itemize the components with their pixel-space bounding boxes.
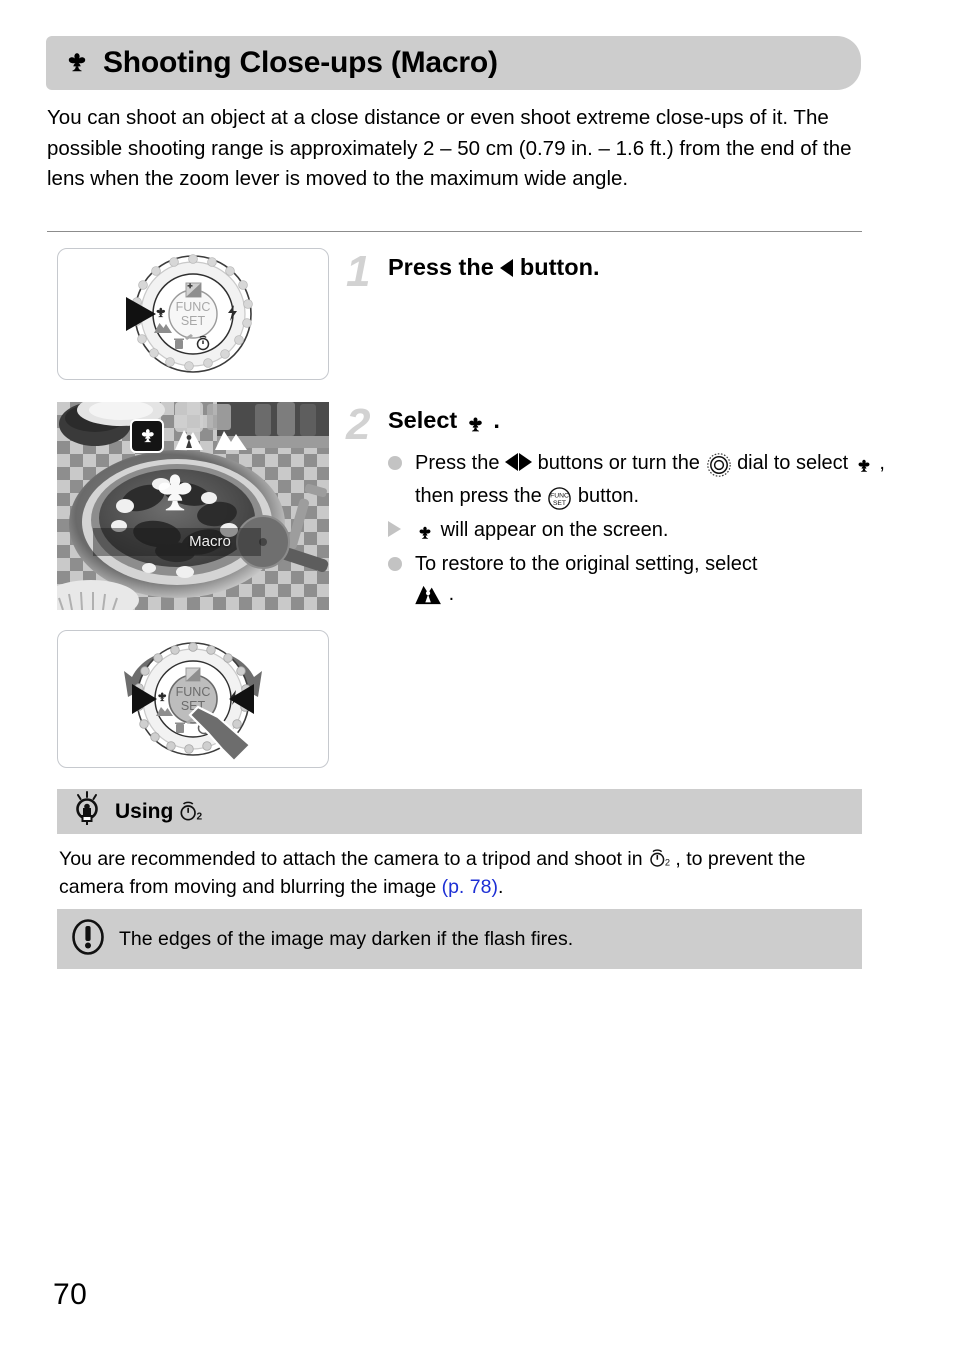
macro-flower-icon — [854, 451, 874, 481]
step-number: 1 — [346, 247, 371, 296]
step-2-bullets: Press the buttons or turn the dial to se… — [388, 448, 888, 613]
tip-header: Using 2 — [57, 789, 862, 834]
macro-flower-icon — [464, 410, 487, 437]
step-heading-before: Select — [388, 407, 464, 433]
svg-text:FUNC: FUNC — [176, 685, 211, 699]
tip-body-after: . — [497, 876, 504, 898]
self-timer-2sec-icon: 2 — [648, 848, 675, 870]
manual-page: Shooting Close-ups (Macro) You can shoot… — [0, 0, 954, 1345]
bullet-triangle-icon — [388, 521, 401, 537]
bullet-text-3: To restore to the original setting, sele… — [415, 553, 758, 575]
tip-title: Using 2 — [115, 799, 203, 825]
step-heading-after: button. — [519, 254, 600, 280]
svg-text:SET: SET — [181, 314, 206, 328]
warning-text: The edges of the image may darken if the… — [119, 927, 574, 950]
page-title: Shooting Close-ups (Macro) — [103, 46, 498, 79]
warning-box: The edges of the image may darken if the… — [57, 909, 862, 969]
illustration-dial-press-left: FUNC SET — [57, 248, 329, 380]
section-divider — [47, 231, 862, 232]
svg-text:2: 2 — [665, 858, 670, 868]
func-set-button-icon: FUNC SET — [547, 484, 572, 514]
page-number: 70 — [53, 1278, 88, 1311]
left-arrow-button-icon — [500, 259, 514, 277]
left-right-arrows-icon — [505, 448, 533, 478]
self-timer-2sec-icon: 2 — [178, 799, 203, 825]
step-heading: Press the button. — [388, 254, 599, 281]
lightbulb-icon — [71, 791, 103, 832]
svg-text:FUNC: FUNC — [550, 493, 569, 500]
step-heading-after: . — [493, 407, 500, 433]
bullet-dot-icon — [388, 456, 402, 470]
tip-body-before: You are recommended to attach the camera… — [59, 848, 648, 870]
step-heading: Select . — [388, 407, 500, 437]
page-header-banner: Shooting Close-ups (Macro) — [46, 36, 861, 90]
tip-body: You are recommended to attach the camera… — [59, 845, 859, 901]
exclamation-circle-icon — [71, 918, 105, 961]
svg-text:2: 2 — [197, 811, 203, 822]
auto-macro-icon — [415, 582, 443, 612]
macro-flower-icon — [415, 518, 435, 548]
mode-label: Macro — [189, 533, 231, 550]
bullet-text-2: will appear on the screen. — [440, 519, 669, 541]
bullet-dot-icon — [388, 557, 402, 571]
list-item: will appear on the screen. — [388, 515, 888, 548]
camera-lcd-preview: Macro — [57, 402, 329, 610]
bullet-text-1e: button. — [577, 485, 640, 507]
control-dial-icon — [706, 451, 732, 481]
macro-flower-icon — [62, 46, 92, 81]
page-reference-link[interactable]: (p. 78) — [442, 876, 498, 898]
list-item: To restore to the original setting, sele… — [388, 549, 888, 612]
svg-text:FUNC: FUNC — [176, 300, 211, 314]
bullet-text-1b: buttons or turn the — [537, 452, 706, 474]
illustration-dial-turn-and-press: FUNC SET — [57, 630, 329, 768]
step-heading-before: Press the — [388, 254, 501, 280]
bullet-text-1a: Press the — [415, 452, 506, 474]
bullet-text-1c: dial to select — [737, 452, 854, 474]
list-item: Press the buttons or turn the dial to se… — [388, 448, 888, 514]
intro-paragraph: You can shoot an object at a close dista… — [47, 106, 852, 190]
svg-text:SET: SET — [553, 500, 566, 507]
step-number: 2 — [346, 400, 371, 449]
bullet-text-3-end: . — [448, 583, 455, 605]
